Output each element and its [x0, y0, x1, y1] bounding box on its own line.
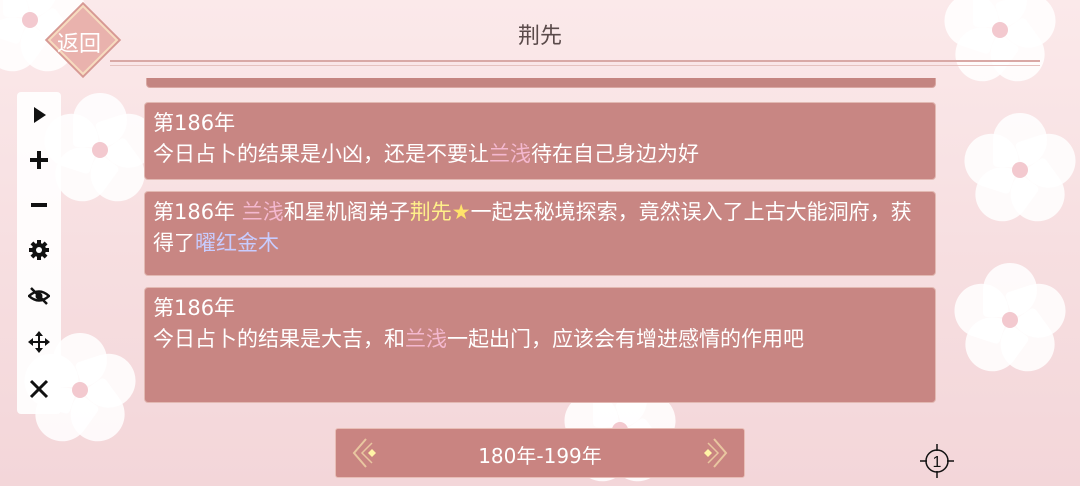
entry-text: 今日占卜的结果是小凶，还是不要让兰浅待在自己身边为好: [153, 139, 927, 170]
entry-text: 第186年 兰浅和星机阁弟子荆先★一起去秘境探索，竟然误入了上古大能洞府，获得了…: [153, 197, 927, 259]
list-item: 第186年 今日占卜的结果是小凶，还是不要让兰浅待在自己身边为好: [144, 102, 936, 180]
page-title: 荆先: [517, 24, 562, 49]
back-button[interactable]: 返回: [38, 4, 120, 76]
list-item: 第186年 今日占卜的结果是大吉，和兰浅一起出门，应该会有增进感情的作用吧: [144, 287, 936, 403]
zoom-out-button[interactable]: [17, 188, 61, 222]
close-button[interactable]: [17, 372, 61, 406]
star-icon: ★: [451, 200, 471, 224]
character-name: 兰浅: [405, 327, 447, 351]
entry-year: 第186年: [153, 296, 236, 320]
entry-text-part: 一起出门，应该会有增进感情的作用吧: [447, 327, 804, 351]
page-number: 1: [933, 454, 942, 471]
entry-text: 今日占卜的结果是大吉，和兰浅一起出门，应该会有增进感情的作用吧: [153, 324, 927, 355]
character-name: 荆先: [409, 200, 452, 224]
hide-ui-button[interactable]: [17, 279, 61, 313]
ornament-right-icon: [704, 438, 728, 468]
move-button[interactable]: [17, 325, 61, 359]
previous-entry-edge: [146, 78, 936, 88]
entry-year: 第186年: [153, 111, 236, 135]
flower-decoration: [957, 110, 1080, 232]
minus-icon: [31, 203, 47, 207]
entry-year: 第186年: [153, 200, 242, 224]
crosshair-icon: 1: [920, 444, 954, 478]
play-icon: [34, 107, 46, 123]
gear-icon: [29, 240, 49, 260]
plus-icon: [30, 151, 48, 169]
eye-off-icon: [28, 287, 50, 305]
character-name: 兰浅: [241, 200, 284, 224]
entry-text-part: 待在自己身边为好: [531, 142, 699, 166]
header-divider-thin: [110, 65, 1040, 66]
entry-text-part: 今日占卜的结果是小凶，还是不要让: [153, 142, 489, 166]
settings-button[interactable]: [17, 233, 61, 267]
close-icon: [29, 379, 49, 399]
play-button[interactable]: [17, 98, 61, 132]
flower-decoration: [947, 260, 1073, 382]
list-item: 第186年 兰浅和星机阁弟子荆先★一起去秘境探索，竟然误入了上古大能洞府，获得了…: [144, 191, 936, 276]
zoom-in-button[interactable]: [17, 143, 61, 177]
year-range-label: 180年-199年: [478, 444, 602, 468]
year-range-pager[interactable]: 180年-199年: [335, 428, 745, 478]
move-icon: [28, 331, 50, 353]
page-indicator: 1: [919, 443, 955, 479]
character-name: 兰浅: [489, 142, 531, 166]
header-divider: [110, 60, 1040, 62]
side-toolbar: [17, 92, 61, 414]
entry-text-part: 今日占卜的结果是大吉，和: [153, 327, 405, 351]
back-button-label: 返回: [56, 32, 101, 57]
item-name: 曜红金木: [195, 231, 279, 255]
entry-text-part: 和星机阁弟子: [283, 200, 410, 224]
